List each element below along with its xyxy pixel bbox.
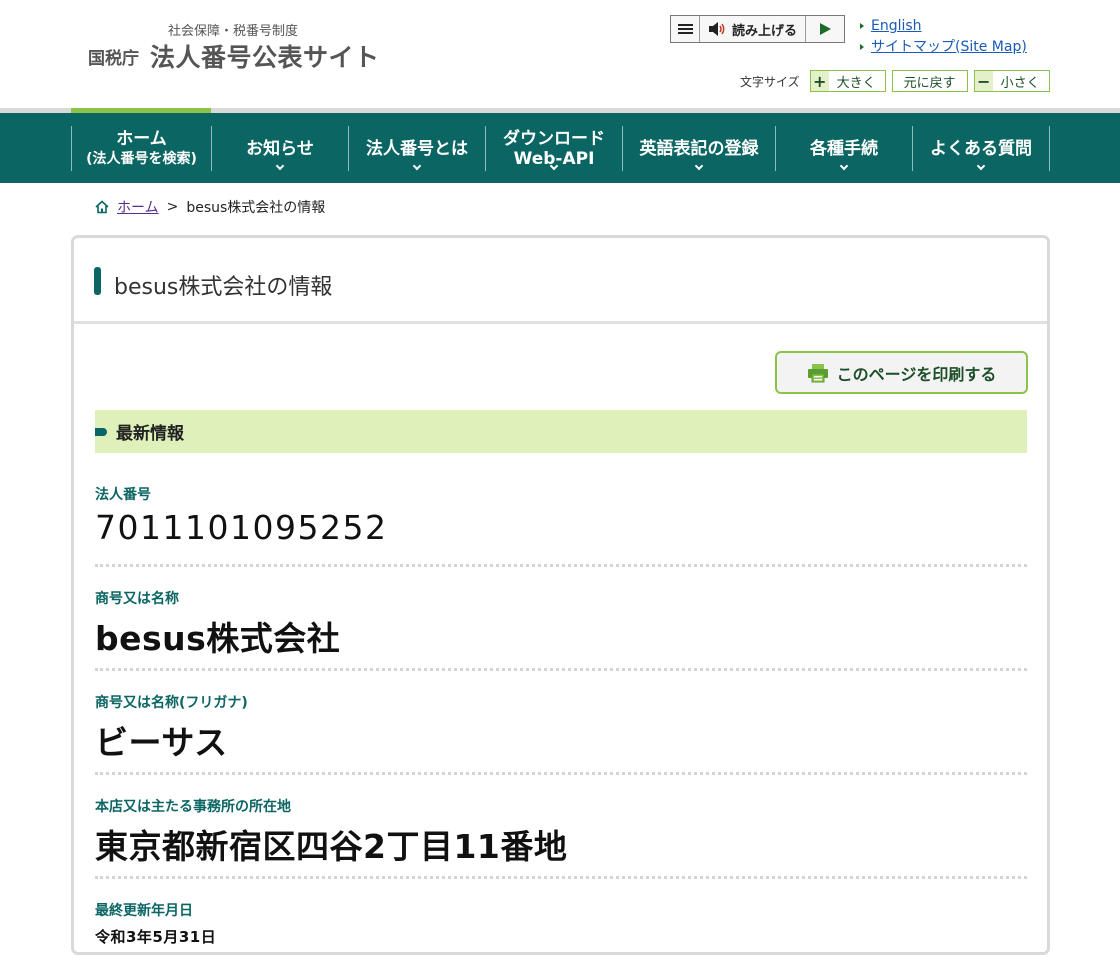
field-label: 商号又は名称: [95, 591, 179, 607]
play-icon: [819, 23, 831, 35]
english-link[interactable]: English: [860, 16, 1027, 37]
print-page-button[interactable]: このページを印刷する: [775, 351, 1028, 394]
nav-faq[interactable]: よくある質問: [913, 126, 1050, 171]
top-links: English サイトマップ(Site Map): [860, 16, 1027, 58]
nav-faq-label: よくある質問: [930, 138, 1032, 159]
dotted-divider: [95, 564, 1027, 567]
nav-home-sublabel: (法人番号を検索): [86, 150, 197, 167]
play-button[interactable]: [806, 16, 844, 42]
font-bigger-button[interactable]: + 大きく: [809, 70, 886, 92]
read-aloud-label: 読み上げる: [731, 23, 797, 39]
nav-procedures[interactable]: 各種手続: [776, 126, 913, 171]
panel-header: besus株式会社の情報: [74, 238, 1047, 324]
breadcrumb: ホーム > besus株式会社の情報: [95, 197, 325, 217]
corporate-number-value: 7011101095252: [95, 508, 388, 547]
trade-name-field: 商号又は名称 besus株式会社: [95, 588, 1027, 660]
nav-home[interactable]: ホーム (法人番号を検索): [72, 126, 212, 171]
font-size-label: 文字サイズ: [740, 74, 800, 89]
section-marker: [95, 427, 107, 436]
font-smaller-button[interactable]: − 小さく: [973, 70, 1050, 92]
field-label: 最終更新年月日: [95, 903, 193, 919]
font-size-controls: 文字サイズ + 大きく 元に戻す − 小さく: [740, 70, 1056, 92]
printer-icon: [807, 363, 828, 382]
field-label: 本店又は主たる事務所の所在地: [95, 799, 291, 815]
latest-info-heading: 最新情報: [95, 410, 1027, 453]
speaker-icon: [708, 22, 725, 36]
nav-procedures-label: 各種手続: [810, 138, 878, 159]
trade-name-value: besus株式会社: [95, 619, 341, 658]
trade-name-kana-value: ビーサス: [95, 723, 228, 762]
nav-english-registration-label: 英語表記の登録: [639, 138, 759, 159]
logo-agency: 国税庁: [88, 49, 139, 69]
corporation-info-panel: besus株式会社の情報 このページを印刷する 最新情報 法人番号 701110…: [71, 235, 1050, 955]
breadcrumb-home-link[interactable]: ホーム: [117, 197, 159, 217]
nav-download[interactable]: ダウンロード Web-API: [486, 126, 623, 171]
breadcrumb-current: besus株式会社の情報: [186, 200, 326, 216]
font-reset-button[interactable]: 元に戻す: [891, 70, 968, 92]
chevron-down-icon: [839, 161, 849, 171]
font-reset-label: 元に戻す: [903, 75, 956, 91]
field-label: 法人番号: [95, 487, 151, 503]
logo-subtitle: 社会保障・税番号制度: [168, 24, 299, 39]
site-header: 社会保障・税番号制度 国税庁 法人番号公表サイト 読み上げる English サ…: [0, 0, 1120, 108]
breadcrumb-separator: >: [166, 199, 179, 215]
last-updated-value: 令和3年5月31日: [95, 928, 217, 946]
head-office-address-field: 本店又は主たる事務所の所在地 東京都新宿区四谷2丁目11番地: [95, 796, 1027, 868]
head-office-address-value: 東京都新宿区四谷2丁目11番地: [95, 827, 568, 866]
logo-title: 法人番号公表サイト: [150, 43, 380, 72]
title-accent-bar: [94, 267, 101, 295]
nav-news-label: お知らせ: [246, 138, 314, 159]
nav-english-registration[interactable]: 英語表記の登録: [623, 126, 776, 171]
dotted-divider: [95, 668, 1027, 671]
nav-news[interactable]: お知らせ: [212, 126, 349, 171]
home-icon: [95, 200, 109, 214]
chevron-down-icon: [275, 161, 285, 171]
section-title: 最新情報: [116, 424, 184, 444]
chevron-down-icon: [412, 161, 422, 171]
font-bigger-label: 大きく: [836, 75, 876, 91]
read-aloud-toolbar: 読み上げる: [670, 15, 845, 43]
print-page-label: このページを印刷する: [836, 364, 997, 384]
last-updated-field: 最終更新年月日 令和3年5月31日: [95, 900, 1027, 947]
font-smaller-label: 小さく: [1000, 75, 1040, 91]
menu-icon[interactable]: [671, 16, 700, 42]
dotted-divider: [95, 772, 1027, 775]
minus-icon: −: [974, 71, 993, 91]
page-title: besus株式会社の情報: [114, 275, 333, 300]
nav-about[interactable]: 法人番号とは: [349, 126, 486, 171]
nav-about-label: 法人番号とは: [366, 138, 468, 159]
corporate-number-field: 法人番号 7011101095252: [95, 484, 1027, 547]
chevron-down-icon: [976, 161, 986, 171]
sitemap-link[interactable]: サイトマップ(Site Map): [860, 37, 1027, 58]
plus-icon: +: [810, 71, 829, 91]
nav-home-label: ホーム: [116, 128, 167, 149]
nav-download-label: ダウンロード: [503, 128, 605, 149]
field-label: 商号又は名称(フリガナ): [95, 695, 248, 711]
global-nav: ホーム (法人番号を検索) お知らせ 法人番号とは ダウンロード Web-API…: [0, 113, 1120, 183]
dotted-divider: [95, 876, 1027, 879]
trade-name-kana-field: 商号又は名称(フリガナ) ビーサス: [95, 692, 1027, 764]
read-aloud-button[interactable]: 読み上げる: [700, 16, 806, 42]
chevron-down-icon: [694, 161, 704, 171]
